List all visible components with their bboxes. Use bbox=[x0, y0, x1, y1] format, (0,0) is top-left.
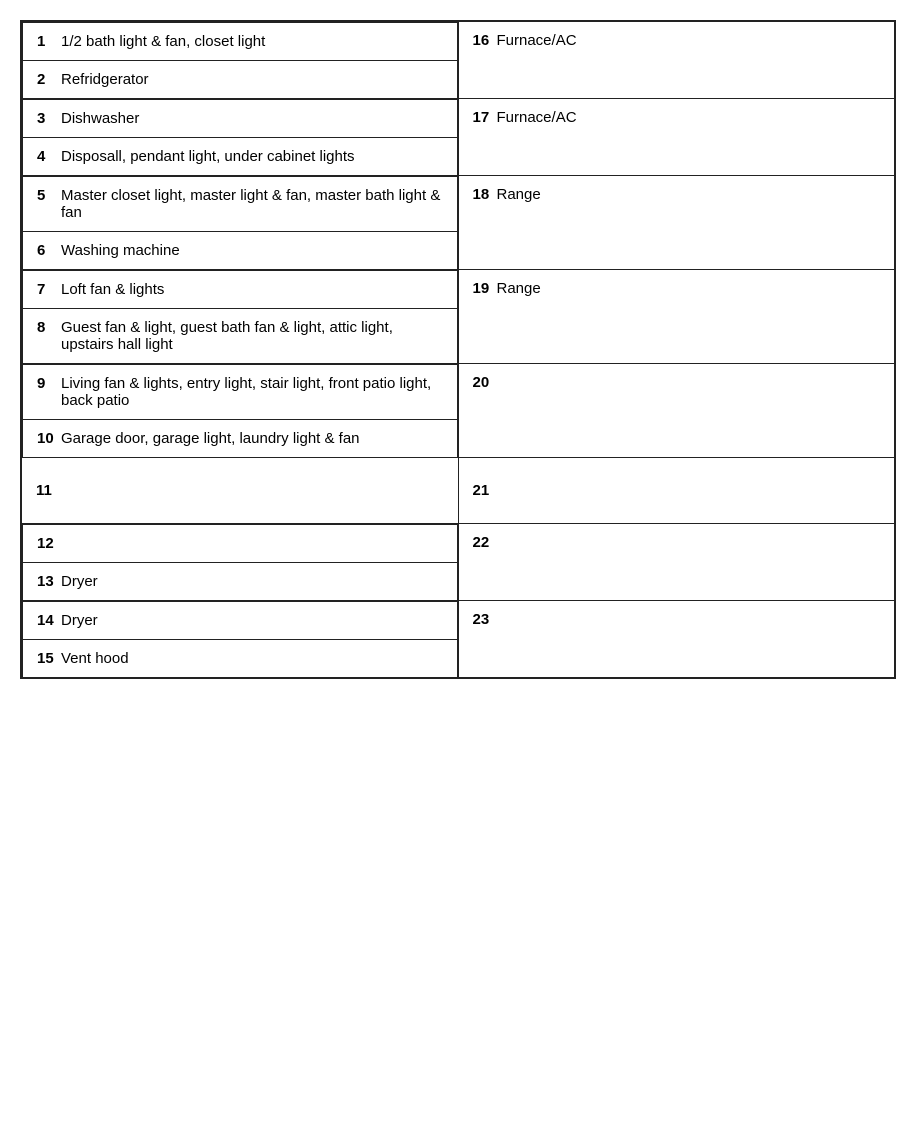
circuit-label: Dryer bbox=[61, 612, 98, 629]
right-cell: 16 Furnace/AC bbox=[458, 21, 895, 99]
circuit-number: 7 bbox=[37, 281, 55, 298]
left-cell: 4 Disposall, pendant light, under cabinet… bbox=[23, 138, 458, 176]
circuit-number: 15 bbox=[37, 650, 55, 667]
left-cell-group: 7 Loft fan & lights 8 Guest fan & light, gu… bbox=[21, 270, 458, 364]
left-cell: 15 Vent hood bbox=[23, 640, 458, 678]
right-cell: 17 Furnace/AC bbox=[458, 99, 895, 176]
left-cell: 7 Loft fan & lights bbox=[23, 271, 458, 309]
circuit-number: 13 bbox=[37, 573, 55, 590]
circuit-label: Guest fan & light, guest bath fan & ligh… bbox=[61, 319, 443, 353]
circuit-number: 19 bbox=[473, 280, 491, 297]
left-cell: 6 Washing machine bbox=[23, 232, 458, 270]
circuit-number: 17 bbox=[473, 109, 491, 126]
right-cell: 22 bbox=[458, 524, 895, 601]
left-cell-group: 1 1/2 bath light & fan, closet light 2 Refr… bbox=[21, 21, 458, 99]
circuit-number: 3 bbox=[37, 110, 55, 127]
left-cell-group: 14 Dryer 15 Vent hood bbox=[21, 601, 458, 679]
circuit-label: Furnace/AC bbox=[497, 32, 577, 49]
circuit-number: 2 bbox=[37, 71, 55, 88]
circuit-number: 18 bbox=[473, 186, 491, 203]
right-cell: 20 bbox=[458, 364, 895, 458]
circuit-label: Furnace/AC bbox=[497, 109, 577, 126]
left-cell: 3 Dishwasher bbox=[23, 100, 458, 138]
circuit-label: Range bbox=[497, 186, 541, 203]
circuit-number: 20 bbox=[473, 374, 491, 391]
circuit-label: Vent hood bbox=[61, 650, 129, 667]
right-cell: 21 bbox=[458, 458, 895, 524]
left-cell: 10 Garage door, garage light, laundry lig… bbox=[23, 420, 458, 458]
left-cell: 8 Guest fan & light, guest bath fan & lig… bbox=[23, 309, 458, 364]
circuit-number: 11 bbox=[36, 482, 54, 499]
circuit-number: 9 bbox=[37, 375, 55, 392]
left-cell-group: 12 13 Dryer bbox=[21, 524, 458, 601]
left-cell: 1 1/2 bath light & fan, closet light bbox=[23, 23, 458, 61]
circuit-label: Refridgerator bbox=[61, 71, 149, 88]
circuit-label: Dishwasher bbox=[61, 110, 139, 127]
left-cell: 2 Refridgerator bbox=[23, 61, 458, 99]
panel-table: 1 1/2 bath light & fan, closet light 2 Refr… bbox=[20, 20, 896, 679]
circuit-label: Washing machine bbox=[61, 242, 180, 259]
right-cell: 18 Range bbox=[458, 176, 895, 270]
left-cell: 13 Dryer bbox=[23, 563, 458, 601]
circuit-number: 16 bbox=[473, 32, 491, 49]
left-cell-group: 9 Living fan & lights, entry light, stair… bbox=[21, 364, 458, 458]
circuit-label: Living fan & lights, entry light, stair … bbox=[61, 375, 443, 409]
left-cell-group: 5 Master closet light, master light & fan… bbox=[21, 176, 458, 270]
circuit-number: 8 bbox=[37, 319, 55, 336]
circuit-label: Disposall, pendant light, under cabinet … bbox=[61, 148, 355, 165]
right-cell: 19 Range bbox=[458, 270, 895, 364]
circuit-label: Dryer bbox=[61, 573, 98, 590]
left-cell: 14 Dryer bbox=[23, 602, 458, 640]
right-cell: 23 bbox=[458, 601, 895, 679]
circuit-label: Range bbox=[497, 280, 541, 297]
left-cell: 11 bbox=[21, 458, 458, 524]
circuit-number: 4 bbox=[37, 148, 55, 165]
circuit-number: 5 bbox=[37, 187, 55, 204]
circuit-number: 21 bbox=[473, 482, 491, 499]
circuit-label: Master closet light, master light & fan,… bbox=[61, 187, 443, 221]
circuit-number: 10 bbox=[37, 430, 55, 447]
left-cell-group: 3 Dishwasher 4 Disposall, pendant light, un… bbox=[21, 99, 458, 176]
circuit-number: 1 bbox=[37, 33, 55, 50]
circuit-number: 12 bbox=[37, 535, 55, 552]
circuit-number: 23 bbox=[473, 611, 491, 628]
left-cell: 5 Master closet light, master light & fan… bbox=[23, 177, 458, 232]
circuit-number: 14 bbox=[37, 612, 55, 629]
circuit-label: 1/2 bath light & fan, closet light bbox=[61, 33, 265, 50]
circuit-label: Loft fan & lights bbox=[61, 281, 164, 298]
left-cell: 9 Living fan & lights, entry light, stair… bbox=[23, 365, 458, 420]
circuit-label: Garage door, garage light, laundry light… bbox=[61, 430, 360, 447]
circuit-number: 6 bbox=[37, 242, 55, 259]
left-cell: 12 bbox=[23, 525, 458, 563]
circuit-number: 22 bbox=[473, 534, 491, 551]
